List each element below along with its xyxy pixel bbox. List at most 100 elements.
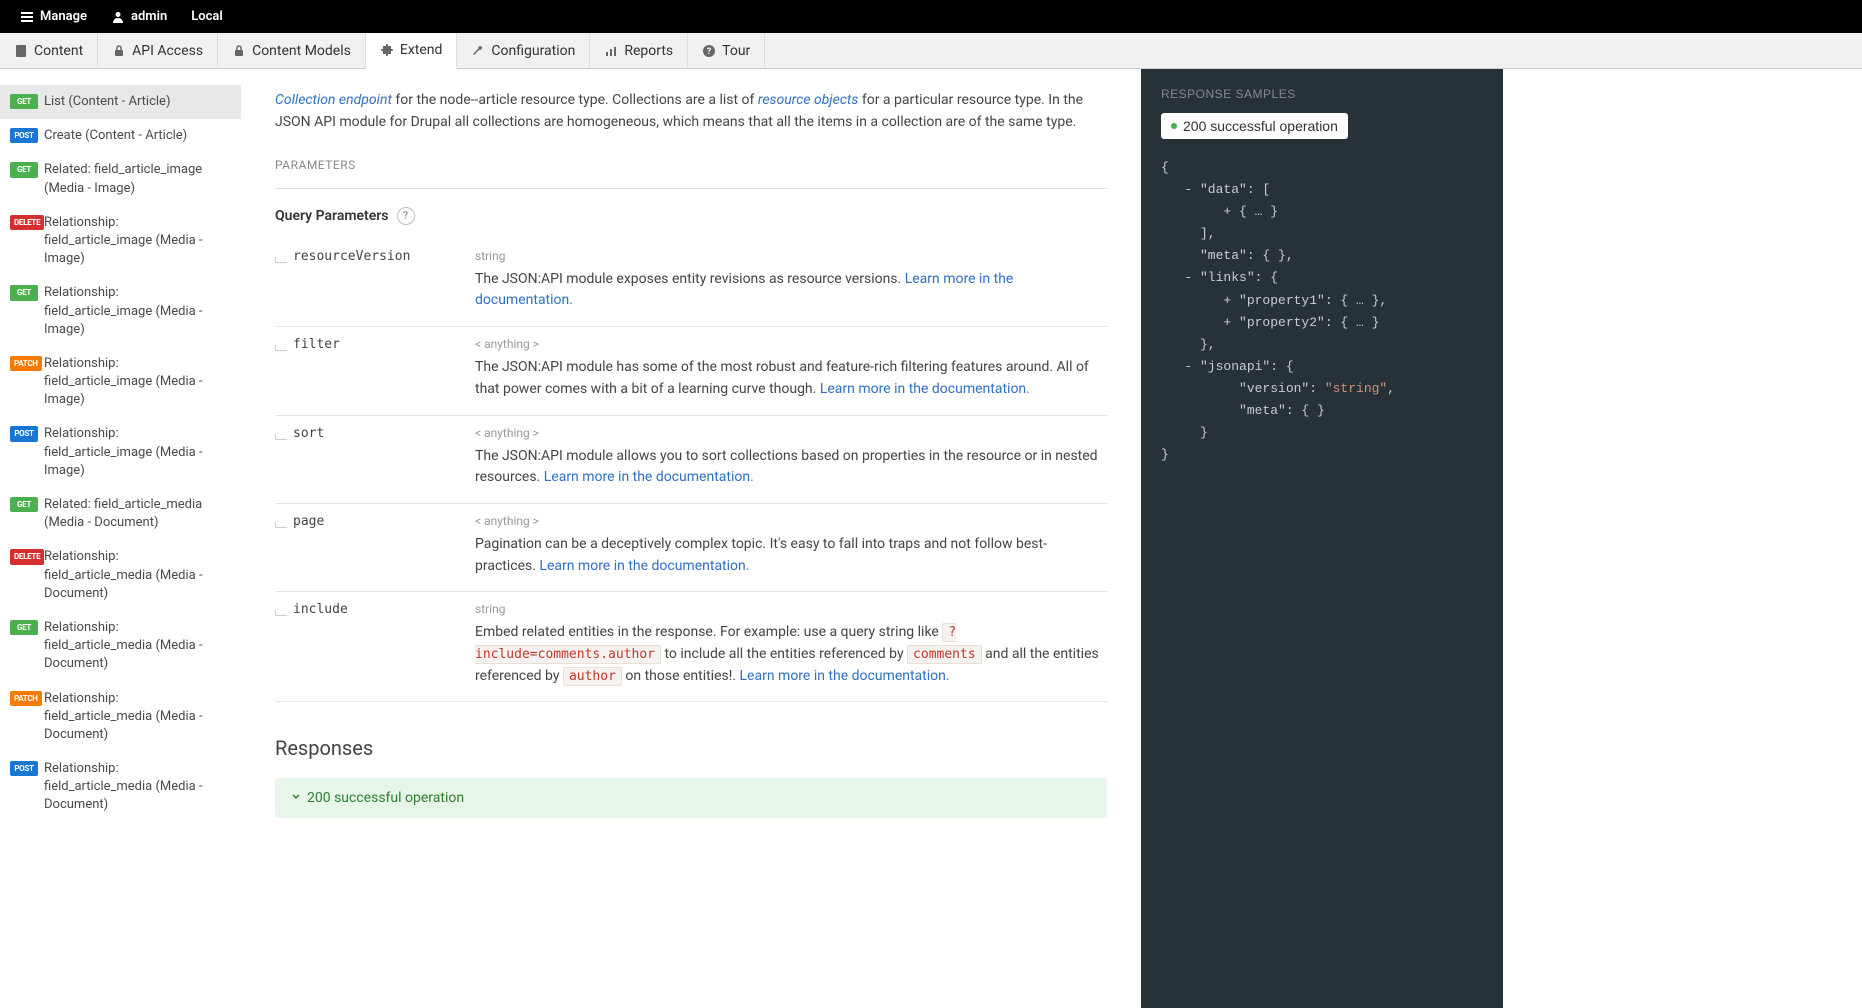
param-description: The JSON:API module has some of the most… <box>475 357 1107 400</box>
nav-reports-label: Reports <box>624 43 673 59</box>
sidebar-item-label: List (Content - Article) <box>44 93 170 111</box>
env-label-item[interactable]: Local <box>179 0 235 33</box>
sidebar-item-label: Relationship: field_article_image (Media… <box>44 284 229 339</box>
tree-connector-icon <box>275 522 287 528</box>
divider <box>275 188 1107 189</box>
nav-extend[interactable]: Extend <box>366 33 458 69</box>
method-badge: POST <box>10 761 38 776</box>
method-badge: GET <box>10 497 38 512</box>
sidebar-item[interactable]: GET Relationship: field_article_media (Me… <box>0 611 241 682</box>
param-row: page< anything >Pagination can be a dece… <box>275 504 1107 592</box>
json-line[interactable]: - "links": { <box>1161 267 1483 289</box>
nav-reports[interactable]: Reports <box>590 33 688 68</box>
param-type: < anything > <box>475 514 1107 528</box>
json-line[interactable]: + { … } <box>1161 201 1483 223</box>
json-line[interactable]: + "property2": { … } <box>1161 312 1483 334</box>
manage-label: Manage <box>40 9 87 24</box>
nav-content-models-label: Content Models <box>252 43 351 59</box>
sidebar-item[interactable]: GET Relationship: field_article_image (Me… <box>0 276 241 347</box>
method-badge: POST <box>10 426 38 441</box>
method-badge: GET <box>10 162 38 177</box>
method-badge: GET <box>10 94 38 109</box>
json-line: }, <box>1161 334 1483 356</box>
json-line[interactable]: + "property1": { … }, <box>1161 290 1483 312</box>
sidebar-item[interactable]: POST Create (Content - Article) <box>0 119 241 153</box>
sidebar-item[interactable]: DELETERelationship: field_article_media … <box>0 540 241 611</box>
sidebar-item-label: Related: field_article_media (Media - Do… <box>44 496 229 532</box>
user-menu[interactable]: admin <box>99 0 179 33</box>
lock-icon <box>232 44 246 58</box>
response-sample-tab[interactable]: 200 successful operation <box>1161 113 1348 139</box>
method-badge: GET <box>10 285 38 300</box>
question-icon: ? <box>702 44 716 58</box>
response-samples-heading: RESPONSE SAMPLES <box>1161 87 1483 101</box>
param-description: The JSON:API module allows you to sort c… <box>475 446 1107 489</box>
manage-menu[interactable]: Manage <box>8 0 99 33</box>
param-type: < anything > <box>475 426 1107 440</box>
param-description: Embed related entities in the response. … <box>475 622 1107 687</box>
parameters-label: PARAMETERS <box>275 158 1107 172</box>
code-inline: ?include=comments.author <box>475 623 956 664</box>
svg-text:?: ? <box>707 47 712 57</box>
resource-objects-link[interactable]: resource objects <box>758 92 859 108</box>
response-200-label: 200 successful operation <box>307 790 464 806</box>
learn-more-link[interactable]: Learn more in the documentation. <box>475 271 1013 309</box>
learn-more-link[interactable]: Learn more in the documentation. <box>820 381 1030 397</box>
tree-connector-icon <box>275 345 287 351</box>
sidebar-item-label: Relationship: field_article_media (Media… <box>44 760 229 815</box>
status-dot-icon <box>1171 123 1177 129</box>
param-row: sort< anything >The JSON:API module allo… <box>275 416 1107 504</box>
param-description: The JSON:API module exposes entity revis… <box>475 269 1107 312</box>
query-parameters-heading: Query Parameters ? <box>275 207 1107 225</box>
tree-connector-icon <box>275 257 287 263</box>
api-doc-content: Collection endpoint for the node--articl… <box>241 69 1141 1008</box>
json-line[interactable]: - "data": [ <box>1161 179 1483 201</box>
lock-icon <box>112 44 126 58</box>
param-row: includestringEmbed related entities in t… <box>275 592 1107 702</box>
learn-more-link[interactable]: Learn more in the documentation. <box>539 558 749 574</box>
sidebar-item-label: Create (Content - Article) <box>44 127 187 145</box>
response-200-toggle[interactable]: 200 successful operation <box>275 778 1107 818</box>
nav-tour[interactable]: ? Tour <box>688 33 765 68</box>
json-line: } <box>1161 444 1483 466</box>
sidebar-item[interactable]: PATCHRelationship: field_article_media (… <box>0 682 241 753</box>
tree-connector-icon <box>275 434 287 440</box>
nav-api-access-label: API Access <box>132 43 203 59</box>
nav-configuration-label: Configuration <box>491 43 575 59</box>
param-row: filter< anything >The JSON:API module ha… <box>275 327 1107 415</box>
sidebar-item[interactable]: POST Relationship: field_article_media (M… <box>0 752 241 823</box>
sidebar-item[interactable]: PATCHRelationship: field_article_image (… <box>0 347 241 418</box>
method-badge: DELETE <box>10 215 44 230</box>
learn-more-link[interactable]: Learn more in the documentation. <box>544 469 754 485</box>
param-type: string <box>475 602 1107 616</box>
file-icon <box>14 44 28 58</box>
method-badge: POST <box>10 128 38 143</box>
learn-more-link[interactable]: Learn more in the documentation. <box>740 668 950 684</box>
parameter-table: resourceVersion string The JSON:API module… <box>275 239 1107 703</box>
sidebar-item[interactable]: DELETERelationship: field_article_image … <box>0 206 241 277</box>
json-line[interactable]: - "jsonapi": { <box>1161 356 1483 378</box>
env-label: Local <box>191 9 223 24</box>
nav-configuration[interactable]: Configuration <box>457 33 590 68</box>
nav-tour-label: Tour <box>722 43 750 59</box>
nav-extend-label: Extend <box>400 42 443 58</box>
nav-content[interactable]: Content <box>0 33 98 68</box>
sidebar-item-label: Relationship: field_article_media (Media… <box>44 619 229 674</box>
sidebar-item[interactable]: POSTRelationship: field_article_image (M… <box>0 417 241 488</box>
method-badge: GET <box>10 620 38 635</box>
json-line: { <box>1161 157 1483 179</box>
sidebar-item[interactable]: GET List (Content - Article) <box>0 85 241 119</box>
query-parameters-label: Query Parameters <box>275 208 389 224</box>
json-sample: { - "data": [ + { … } ], "meta": { }, - … <box>1161 157 1483 466</box>
response-sample-tab-label: 200 successful operation <box>1183 118 1338 134</box>
hamburger-icon <box>20 10 34 24</box>
param-name: resourceVersion <box>293 249 475 264</box>
sidebar-item[interactable]: GET Related: field_article_media (Media -… <box>0 488 241 540</box>
param-description: Pagination can be a deceptively complex … <box>475 534 1107 577</box>
nav-api-access[interactable]: API Access <box>98 33 218 68</box>
collection-endpoint-link[interactable]: Collection endpoint <box>275 92 392 108</box>
code-inline: author <box>563 667 622 686</box>
help-icon[interactable]: ? <box>397 207 415 225</box>
sidebar-item[interactable]: GETRelated: field_article_image (Media -… <box>0 153 241 205</box>
nav-content-models[interactable]: Content Models <box>218 33 366 68</box>
